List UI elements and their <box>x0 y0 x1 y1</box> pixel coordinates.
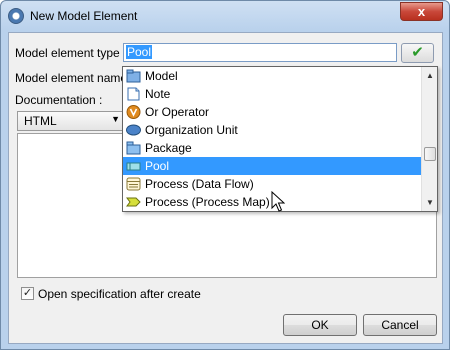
window-title: New Model Element <box>30 9 138 23</box>
model-element-type-input[interactable]: Pool <box>123 43 397 62</box>
dialog-window: New Model Element x Model element type :… <box>0 0 450 350</box>
process-data-flow-icon <box>126 177 141 191</box>
documentation-format-select[interactable]: HTML ▼ <box>17 111 125 131</box>
list-item-selected[interactable]: Pool <box>123 157 421 175</box>
list-item-label: Note <box>145 87 171 101</box>
model-element-type-label: Model element type : <box>15 46 127 60</box>
documentation-format-value: HTML <box>24 114 57 128</box>
process-map-icon <box>126 197 141 207</box>
pool-icon <box>126 162 141 171</box>
documentation-label: Documentation : <box>15 93 103 107</box>
ok-button[interactable]: OK <box>283 314 357 336</box>
list-item-label: Process (Process Map) <box>145 195 270 209</box>
list-item-label: Process (Data Flow) <box>145 177 254 191</box>
or-operator-icon <box>126 105 141 119</box>
mouse-cursor-icon <box>271 191 285 212</box>
model-icon <box>126 69 141 83</box>
organization-unit-icon <box>126 124 141 136</box>
list-item-label: Package <box>145 141 192 155</box>
note-icon <box>127 87 140 101</box>
dialog-body: Model element type : Pool ✔ Model elemen… <box>8 32 443 344</box>
title-bar[interactable]: New Model Element x <box>1 1 449 32</box>
list-item[interactable]: Package <box>123 139 421 157</box>
scroll-up-icon[interactable]: ▲ <box>422 67 437 84</box>
model-element-type-value: Pool <box>126 45 153 59</box>
confirm-type-button[interactable]: ✔ <box>401 43 434 63</box>
close-button[interactable]: x <box>400 2 443 21</box>
app-icon <box>8 8 24 24</box>
scroll-down-icon[interactable]: ▼ <box>422 194 437 211</box>
list-item[interactable]: Or Operator <box>123 103 421 121</box>
chevron-down-icon: ▼ <box>111 114 120 124</box>
list-item[interactable]: Organization Unit <box>123 121 421 139</box>
model-element-name-label: Model element name : <box>15 71 134 85</box>
open-spec-checkbox[interactable]: ✓ <box>21 287 34 300</box>
list-item[interactable]: Model <box>123 67 421 85</box>
list-item-label: Or Operator <box>145 105 210 119</box>
scrollbar-thumb[interactable] <box>424 147 436 161</box>
open-spec-label: Open specification after create <box>38 287 201 301</box>
list-item-label: Organization Unit <box>145 123 238 137</box>
list-item-label: Pool <box>145 159 170 173</box>
package-icon <box>126 141 141 155</box>
checkmark-icon: ✔ <box>411 44 424 61</box>
cancel-button[interactable]: Cancel <box>363 314 437 336</box>
list-item-label: Model <box>145 69 178 83</box>
checkmark-icon: ✓ <box>22 287 33 299</box>
list-item[interactable]: Note <box>123 85 421 103</box>
dropdown-scrollbar[interactable]: ▲ ▼ <box>421 67 437 211</box>
